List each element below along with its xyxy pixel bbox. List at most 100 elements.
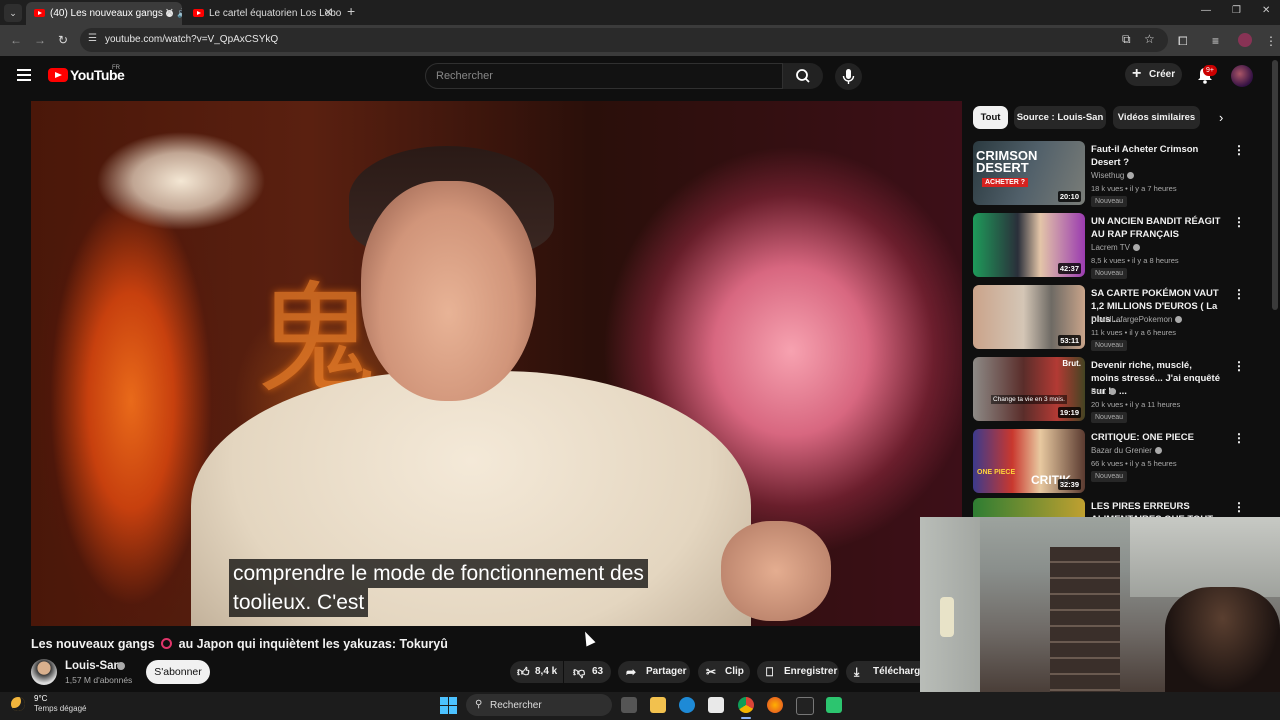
recommendation-item[interactable]: Brut. Change ta vie en 3 mois. 19:19 Dev… <box>973 357 1263 423</box>
recommendation-channel[interactable]: Lacrem TV <box>1091 243 1140 252</box>
recommendation-title[interactable]: LES PIRES ERREURS ALIMENTAIRES QUE TOUT … <box>1091 500 1221 517</box>
channel-name-text[interactable]: Bazar du Grenier <box>1091 446 1152 455</box>
search-input[interactable]: Rechercher <box>425 63 783 89</box>
more-options-icon[interactable]: ⋮ <box>1233 287 1245 301</box>
forward-icon[interactable]: → <box>34 33 46 47</box>
share-button[interactable]: ➦ Partager <box>618 661 690 683</box>
video-thumbnail[interactable] <box>973 498 1085 517</box>
webcam-window <box>1130 517 1280 597</box>
profile-avatar[interactable] <box>1238 33 1252 47</box>
download-button[interactable]: ⤓ Télécharger <box>846 661 920 683</box>
video-thumbnail[interactable]: ONE PIECE CRITIK 32:39 <box>973 429 1085 493</box>
weather-description[interactable]: Temps dégagé <box>34 704 86 713</box>
file-explorer-icon[interactable] <box>650 697 666 713</box>
task-view-icon[interactable] <box>621 697 637 713</box>
recommendation-title[interactable]: CRITIQUE: ONE PIECE <box>1091 431 1221 444</box>
recommendation-channel[interactable]: Brut <box>1091 387 1116 396</box>
video-player[interactable]: 鬼 comprendre le mode de fonctionnement d… <box>31 101 962 626</box>
recommendation-item[interactable]: ONE PIECE CRITIK 32:39 CRITIQUE: ONE PIE… <box>973 429 1263 495</box>
url-bar[interactable]: ☰ youtube.com/watch?v=V_QpAxCSYkQ ⧉ ☆ <box>80 28 1168 52</box>
country-code: FR <box>112 65 120 71</box>
tab-list-chevron-icon[interactable]: ⌄ <box>4 4 22 22</box>
channel-name-text[interactable]: DavidLafargePokemon <box>1091 315 1172 324</box>
bookmark-star-icon[interactable]: ☆ <box>1144 32 1155 46</box>
close-tab-icon[interactable]: ✕ <box>165 2 174 25</box>
recommendation-title[interactable]: Faut-il Acheter Crimson Desert ? <box>1091 143 1221 169</box>
close-tab-icon[interactable]: ✕ <box>324 2 333 25</box>
temperature[interactable]: 9°C <box>34 694 47 703</box>
subscribe-button[interactable]: S'abonner <box>146 660 210 684</box>
speaker-icon[interactable]: 🔊 <box>177 2 182 25</box>
more-options-icon[interactable]: ⋮ <box>1233 143 1245 157</box>
tab-title: (40) Les nouveaux gangs <box>50 8 163 19</box>
store-icon[interactable] <box>708 697 724 713</box>
chip-similar[interactable]: Vidéos similaires <box>1113 106 1200 129</box>
minimize-icon[interactable]: — <box>1201 5 1211 16</box>
create-button[interactable]: + Créer <box>1125 63 1182 86</box>
media-icon[interactable]: ≡ <box>1212 34 1219 48</box>
firefox-icon[interactable] <box>767 697 783 713</box>
new-tab-button[interactable]: + <box>347 3 355 19</box>
recommendation-title[interactable]: UN ANCIEN BANDIT RÉAGIT AU RAP FRANÇAIS <box>1091 215 1221 241</box>
taskbar-search[interactable]: ⚲ Rechercher <box>466 694 612 716</box>
recommendation-channel[interactable]: Bazar du Grenier <box>1091 446 1162 455</box>
edge-icon[interactable] <box>679 697 695 713</box>
video-thumbnail[interactable]: Brut. Change ta vie en 3 mois. 19:19 <box>973 357 1085 421</box>
account-avatar[interactable] <box>1231 65 1253 87</box>
app-green-icon[interactable] <box>826 697 842 713</box>
back-icon[interactable]: ← <box>10 33 22 47</box>
page-scrollbar[interactable] <box>1272 60 1278 310</box>
new-badge: Nouveau <box>1091 412 1128 423</box>
recommendation-item[interactable]: 42:37 UN ANCIEN BANDIT RÉAGIT AU RAP FRA… <box>973 213 1263 279</box>
site-info-icon[interactable]: ☰ <box>88 33 97 44</box>
video-duration: 42:37 <box>1057 263 1081 274</box>
like-button[interactable]: 👍︎ 8,4 k <box>510 661 563 683</box>
app-icon[interactable] <box>796 697 814 715</box>
more-options-icon[interactable]: ⋮ <box>1233 215 1245 229</box>
windows-start-icon[interactable] <box>440 697 457 714</box>
chips-next-arrow-icon[interactable]: › <box>1219 110 1223 125</box>
reload-icon[interactable]: ↻ <box>58 33 68 47</box>
recommendation-channel[interactable]: DavidLafargePokemon <box>1091 315 1183 324</box>
tab-active[interactable]: (40) Les nouveaux gangs 🔊 ✕ <box>26 2 182 25</box>
menu-icon[interactable] <box>17 69 31 84</box>
maximize-icon[interactable]: ❐ <box>1232 5 1241 16</box>
close-window-icon[interactable]: ✕ <box>1262 5 1270 16</box>
clip-button[interactable]: ✂ Clip <box>698 661 750 683</box>
verified-icon <box>1108 388 1116 395</box>
recommendation-meta: 20 k vues • il y a 11 heures <box>1091 400 1181 409</box>
more-options-icon[interactable]: ⋮ <box>1233 500 1245 514</box>
recommendation-item[interactable]: LES PIRES ERREURS ALIMENTAIRES QUE TOUT … <box>973 498 1263 517</box>
recommendation-item[interactable]: 53:11 SA CARTE POKÉMON VAUT 1,2 MILLIONS… <box>973 285 1263 351</box>
channel-name-text[interactable]: Lacrem TV <box>1091 243 1130 252</box>
chip-all[interactable]: Tout <box>973 106 1008 129</box>
voice-search-button[interactable] <box>835 63 862 90</box>
chip-source[interactable]: Source : Louis-San <box>1014 106 1106 129</box>
recommendation-item[interactable]: CRIMSON DESERT ACHETER ? 20:10 Faut-il A… <box>973 141 1263 207</box>
browser-menu-icon[interactable]: ⋮ <box>1265 34 1277 48</box>
moon-weather-icon[interactable] <box>11 697 25 711</box>
caption-line-2: toolieux. C'est <box>229 588 369 617</box>
webcam-streamer <box>1165 587 1280 692</box>
more-options-icon[interactable]: ⋮ <box>1233 359 1245 373</box>
video-thumbnail[interactable]: CRIMSON DESERT ACHETER ? 20:10 <box>973 141 1085 205</box>
recommendation-channel[interactable]: Wisethug <box>1091 171 1135 180</box>
search-icon <box>796 69 810 83</box>
video-thumbnail[interactable]: 42:37 <box>973 213 1085 277</box>
channel-name[interactable]: Louis-San <box>65 660 121 672</box>
dislike-button[interactable]: 👎︎ 63 <box>564 661 611 683</box>
url-text[interactable]: youtube.com/watch?v=V_QpAxCSYkQ <box>105 34 278 45</box>
extensions-icon[interactable]: ⧠ <box>1178 34 1188 49</box>
chrome-icon[interactable] <box>738 697 754 713</box>
video-thumbnail[interactable]: 53:11 <box>973 285 1085 349</box>
youtube-logo-icon[interactable] <box>48 68 68 82</box>
cast-icon[interactable]: ⧉ <box>1122 32 1131 47</box>
more-options-icon[interactable]: ⋮ <box>1233 431 1245 445</box>
search-button[interactable] <box>783 63 823 89</box>
channel-avatar[interactable] <box>31 659 57 685</box>
tab-inactive[interactable]: Le cartel équatorien Los Lobos ✕ <box>185 2 341 25</box>
new-badge: Nouveau <box>1091 196 1128 207</box>
channel-name-text[interactable]: Brut <box>1091 387 1106 396</box>
save-button[interactable]: ⎕ Enregistrer <box>757 661 839 683</box>
channel-name-text[interactable]: Wisethug <box>1091 171 1124 180</box>
